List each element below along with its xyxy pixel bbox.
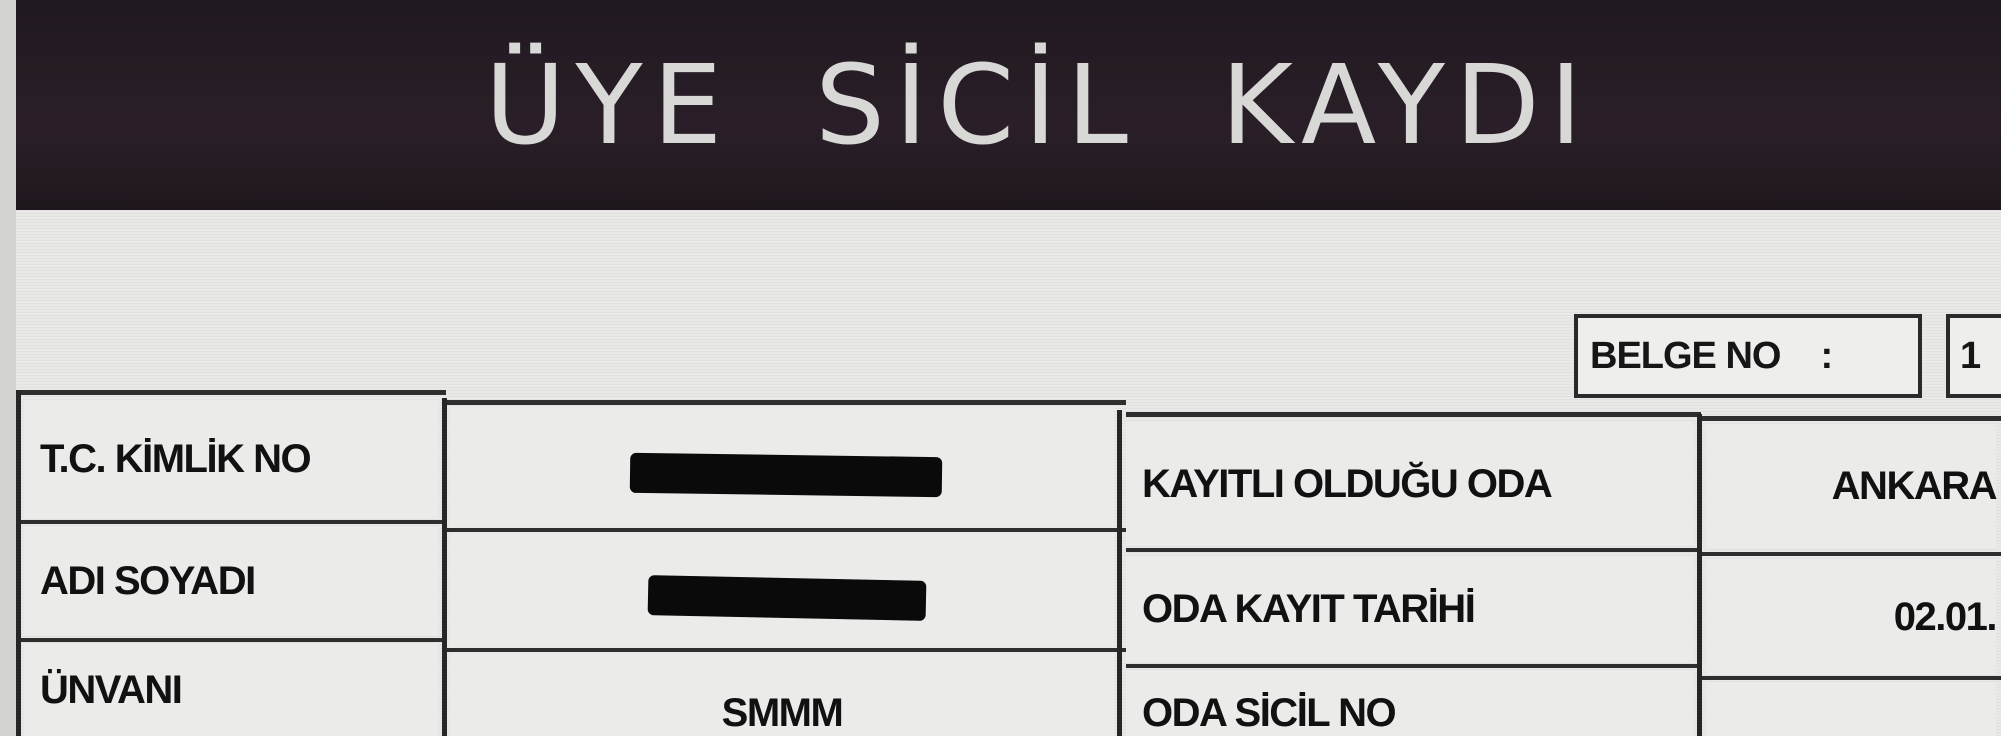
column-divider: [442, 398, 447, 736]
title-bar: ÜYE SİCİL KAYDI: [16, 0, 2001, 210]
row-divider: [1701, 676, 2001, 680]
unvani-value: SMMM: [450, 654, 1114, 736]
kayitli-oda-value: ANKARA: [1706, 424, 1998, 548]
column-divider: [1117, 410, 1122, 736]
row-divider: [1126, 664, 1701, 668]
belge-no-colon: :: [1820, 334, 1834, 377]
row-divider: [446, 528, 1126, 532]
table-border-top: [1701, 416, 2001, 421]
window-edge: [0, 0, 16, 736]
tc-kimlik-no-label: T.C. KİMLİK NO: [24, 400, 438, 518]
row-divider: [16, 638, 446, 642]
kayitli-oda-label: KAYITLI OLDUĞU ODA: [1126, 422, 1694, 546]
table-border-top: [16, 390, 446, 395]
redaction-bar: [629, 452, 943, 498]
redaction-bar: [647, 575, 927, 621]
oda-kayit-tarihi-value: 02.01.: [1706, 560, 1998, 674]
column-divider: [1697, 414, 1702, 736]
row-divider: [446, 648, 1126, 652]
row-divider: [1126, 548, 1701, 552]
oda-sicil-no-label: ODA SİCİL NO: [1126, 670, 1694, 736]
unvani-label: ÜNVANI: [24, 644, 438, 736]
table-border-top: [1126, 412, 1701, 417]
belge-no-box: BELGE NO :: [1574, 314, 1922, 398]
table-border-top: [446, 400, 1126, 405]
oda-sicil-no-value: [1706, 682, 1996, 736]
row-divider: [16, 520, 446, 524]
row-divider: [1701, 552, 2001, 556]
oda-kayit-tarihi-label: ODA KAYIT TARİHİ: [1126, 556, 1694, 662]
page-title: ÜYE SİCİL KAYDI: [484, 41, 1593, 169]
belge-no-value: 1: [1946, 314, 2001, 398]
adi-soyadi-label: ADI SOYADI: [24, 526, 438, 636]
belge-no-label: BELGE NO: [1590, 334, 1781, 377]
column-divider: [16, 390, 21, 736]
